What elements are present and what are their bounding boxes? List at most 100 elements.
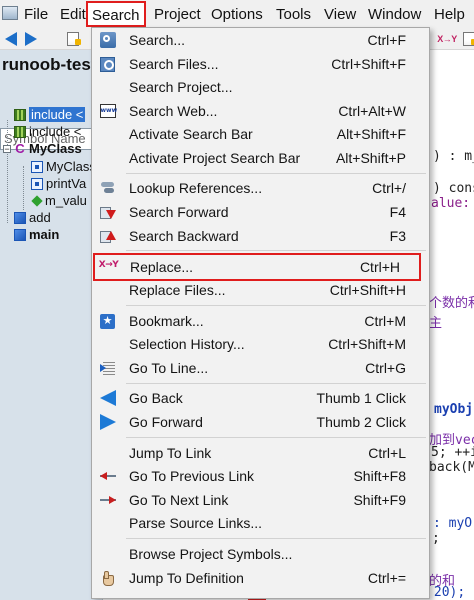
menu-item-replace[interactable]: X→Y Replace... Ctrl+H bbox=[93, 253, 421, 281]
tree-item-include[interactable]: include < bbox=[14, 123, 81, 140]
method-icon bbox=[31, 177, 43, 190]
menu-project[interactable]: Project bbox=[154, 0, 201, 28]
replace-toolbar-button[interactable]: X→Y bbox=[436, 30, 458, 47]
code-fragment: alue: " bbox=[431, 196, 474, 211]
tree-item-member[interactable]: m_valu bbox=[31, 192, 87, 209]
menu-item-label: Go Forward bbox=[129, 414, 203, 430]
menu-item-jump-to-definition[interactable]: Jump To Definition Ctrl+= bbox=[92, 566, 429, 590]
menu-tools[interactable]: Tools bbox=[276, 0, 311, 28]
menu-item-shortcut: Ctrl+M bbox=[364, 313, 406, 329]
menu-item-next-link[interactable]: Go To Next Link Shift+F9 bbox=[92, 488, 429, 512]
menu-item-go-to-line[interactable]: Go To Line... Ctrl+G bbox=[92, 356, 429, 380]
tree-item-label: MyClass bbox=[29, 141, 82, 156]
menu-item-search-web[interactable]: www Search Web... Ctrl+Alt+W bbox=[92, 99, 429, 123]
menu-view[interactable]: View bbox=[324, 0, 356, 28]
menu-item-previous-link[interactable]: Go To Previous Link Shift+F8 bbox=[92, 464, 429, 488]
menu-item-shortcut: Ctrl+G bbox=[365, 360, 406, 376]
tree-item-method[interactable]: printVa bbox=[31, 175, 86, 192]
back-button[interactable] bbox=[2, 30, 20, 47]
menu-item-go-forward[interactable]: Go Forward Thumb 2 Click bbox=[92, 410, 429, 434]
code-fragment: ) cons bbox=[433, 181, 474, 196]
code-fragment: : myO bbox=[433, 516, 473, 531]
menu-item-activate-project-search-bar[interactable]: Activate Project Search Bar Alt+Shift+P bbox=[92, 146, 429, 170]
next-link-icon bbox=[99, 492, 116, 508]
search-forward-icon bbox=[99, 204, 116, 220]
menu-item-shortcut: Ctrl+H bbox=[359, 259, 400, 275]
menu-window[interactable]: Window bbox=[368, 0, 421, 28]
menu-item-jump-to-link[interactable]: Jump To Link Ctrl+L bbox=[92, 441, 429, 465]
class-icon: C bbox=[15, 140, 25, 156]
web-icon: www bbox=[99, 103, 117, 119]
code-fragment: ) : m_ bbox=[433, 149, 474, 164]
menu-separator bbox=[126, 437, 426, 438]
menu-item-search-files[interactable]: Search Files... Ctrl+Shift+F bbox=[92, 52, 429, 76]
menu-item-go-back[interactable]: Go Back Thumb 1 Click bbox=[92, 386, 429, 410]
menu-item-shortcut: Shift+F8 bbox=[353, 468, 406, 484]
menu-item-shortcut: Alt+Shift+F bbox=[336, 126, 406, 142]
menu-item-label: Parse Source Links... bbox=[129, 515, 263, 531]
menu-item-search-backward[interactable]: Search Backward F3 bbox=[92, 224, 429, 248]
menu-item-label: Go To Next Link bbox=[129, 492, 229, 508]
menu-item-browse-project-symbols[interactable]: Browse Project Symbols... bbox=[92, 542, 429, 566]
menu-item-lookup-references[interactable]: Lookup References... Ctrl+/ bbox=[92, 176, 429, 200]
menu-item-label: Search Project... bbox=[129, 79, 233, 95]
document-icon bbox=[463, 31, 474, 46]
tree-item-label: MyClass bbox=[46, 159, 96, 174]
function-icon bbox=[14, 228, 26, 241]
menu-separator bbox=[126, 305, 426, 306]
app-icon bbox=[2, 6, 18, 20]
menu-item-shortcut: Alt+Shift+P bbox=[335, 150, 406, 166]
tree-item-class[interactable]: C MyClass bbox=[14, 140, 82, 157]
lookup-icon bbox=[99, 180, 116, 196]
menu-item-shortcut: Ctrl+F bbox=[367, 32, 407, 48]
go-back-icon bbox=[99, 390, 116, 406]
forward-button[interactable] bbox=[22, 30, 40, 47]
collapse-toggle[interactable]: − bbox=[3, 145, 11, 154]
previous-link-icon bbox=[99, 468, 116, 484]
menu-separator bbox=[126, 538, 426, 539]
toolbar-overflow-button[interactable] bbox=[460, 30, 474, 47]
menu-item-shortcut: F3 bbox=[389, 228, 406, 244]
menu-item-parse-source-links[interactable]: Parse Source Links... bbox=[92, 511, 429, 535]
code-fragment: ; bbox=[432, 531, 440, 546]
menu-item-search-forward[interactable]: Search Forward F4 bbox=[92, 200, 429, 224]
menu-item-label: Activate Project Search Bar bbox=[129, 150, 301, 166]
menu-item-search-project[interactable]: Search Project... bbox=[92, 75, 429, 99]
menu-item-label: Search Files... bbox=[129, 56, 219, 72]
method-icon bbox=[31, 160, 43, 173]
menu-separator bbox=[126, 173, 426, 174]
tree-item-label: m_valu bbox=[45, 193, 87, 208]
menu-item-label: Browse Project Symbols... bbox=[129, 546, 293, 562]
tree-item-constructor[interactable]: MyClass bbox=[31, 158, 96, 175]
menu-item-bookmark[interactable]: ★ Bookmark... Ctrl+M bbox=[92, 309, 429, 333]
new-file-button[interactable] bbox=[64, 30, 82, 47]
tree-item-function[interactable]: add bbox=[14, 209, 51, 226]
menu-separator bbox=[126, 250, 426, 251]
search-backward-icon bbox=[99, 228, 116, 244]
tree-guide-line bbox=[7, 120, 8, 223]
tree-item-include[interactable]: include < bbox=[14, 106, 86, 123]
menu-item-shortcut: Ctrl+/ bbox=[372, 180, 406, 196]
goto-line-icon bbox=[99, 360, 116, 376]
search-files-icon bbox=[99, 56, 116, 72]
menu-item-activate-search-bar[interactable]: Activate Search Bar Alt+Shift+F bbox=[92, 122, 429, 146]
hand-icon bbox=[99, 570, 116, 586]
menu-options[interactable]: Options bbox=[211, 0, 263, 28]
tree-item-label: include < bbox=[29, 107, 86, 122]
tree-guide-line bbox=[23, 166, 24, 210]
menu-item-search[interactable]: Search... Ctrl+F bbox=[92, 28, 429, 52]
menu-item-replace-files[interactable]: Replace Files... Ctrl+Shift+H bbox=[92, 278, 429, 302]
search-icon bbox=[99, 32, 116, 48]
menu-edit[interactable]: Edit bbox=[60, 0, 86, 28]
menu-item-label: Jump To Link bbox=[129, 445, 212, 461]
menu-item-label: Go Back bbox=[129, 390, 183, 406]
go-forward-icon bbox=[99, 414, 116, 430]
tree-item-function[interactable]: main bbox=[14, 226, 59, 243]
menu-item-selection-history[interactable]: Selection History... Ctrl+Shift+M bbox=[92, 332, 429, 356]
menu-help[interactable]: Help bbox=[434, 0, 465, 28]
menu-search[interactable]: Search bbox=[86, 1, 146, 27]
forward-arrow-icon bbox=[25, 31, 37, 46]
menu-file[interactable]: File bbox=[24, 0, 48, 28]
menu-item-shortcut: Thumb 1 Click bbox=[316, 390, 406, 406]
tree-item-label: include < bbox=[29, 124, 82, 139]
